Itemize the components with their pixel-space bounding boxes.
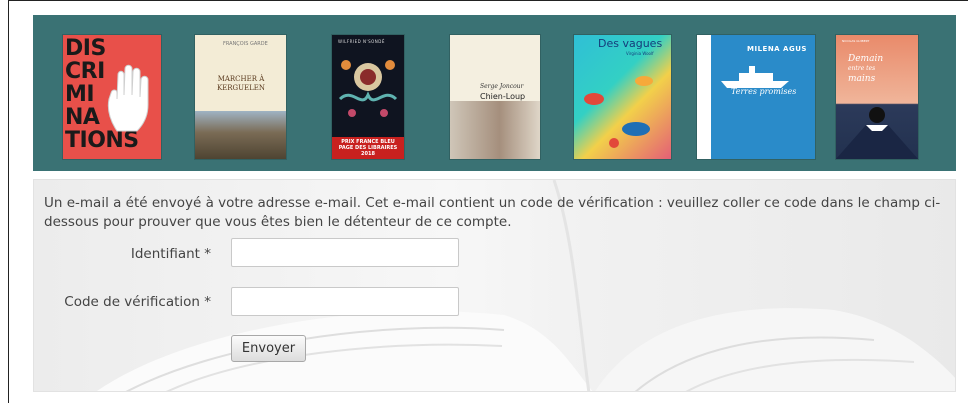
verification-message: Un e-mail a été envoyé à votre adresse e… <box>44 195 941 230</box>
book-author: NICOLAS GUIBERT <box>842 39 870 43</box>
identifier-label: Identifiant * <box>130 246 211 262</box>
book-cover-chien-loup[interactable]: Serge Joncour Chien-Loup <box>450 35 540 159</box>
botanical-illustration <box>338 60 398 117</box>
book-cover-des-vagues[interactable]: Des vagues Virginia Woolf <box>574 35 671 159</box>
book-title: Chien-Loup <box>480 92 526 101</box>
book-author: Serge Joncour <box>480 83 524 90</box>
book-banner: DIS CRI MI NA TIONS FRANÇOIS GARDE MARCH… <box>33 15 956 171</box>
ship-illustration <box>721 66 789 88</box>
verification-code-label: Code de vérification * <box>64 294 211 310</box>
award-band: PRIX FRANCE BLEU PAGE DES LIBRAIRES 2018 <box>332 137 404 159</box>
book-title: Terres promises <box>731 87 797 96</box>
volcano-illustration <box>836 107 918 159</box>
book-cover-discriminations[interactable]: DIS CRI MI NA TIONS <box>63 35 161 159</box>
raised-hand-icon <box>107 64 149 132</box>
book-cover-marcher-a-kerguelen[interactable]: FRANÇOIS GARDE MARCHER À KERGUELEN <box>195 35 286 159</box>
portrait-photo <box>450 101 540 159</box>
book-author: WILFRIED N'SONDÉ <box>338 39 385 44</box>
fish-illustration <box>584 76 653 148</box>
book-title: MARCHER À KERGUELEN <box>216 75 266 92</box>
book-cover-terres-promises[interactable]: MILENA AGUS Terres promises <box>697 35 815 159</box>
book-cover-demain-entre-tes-mains[interactable]: NICOLAS GUIBERT Demain entre tes mains <box>836 35 918 159</box>
submit-button[interactable]: Envoyer <box>231 335 306 362</box>
book-cover-nsonde[interactable]: WILFRIED N'SONDÉ PRIX FRANCE BLEU PAGE D… <box>332 35 404 159</box>
book-author: Virginia Woolf <box>626 51 654 56</box>
verification-code-input[interactable] <box>231 287 459 316</box>
landscape-image <box>195 111 286 159</box>
book-title: Des vagues <box>598 37 663 50</box>
book-author: FRANÇOIS GARDE <box>223 41 268 47</box>
verification-panel: Un e-mail a été envoyé à votre adresse e… <box>33 179 956 392</box>
identifier-input[interactable] <box>231 238 459 267</box>
book-title: Demain entre tes mains <box>848 54 884 84</box>
book-author: MILENA AGUS <box>747 45 807 53</box>
